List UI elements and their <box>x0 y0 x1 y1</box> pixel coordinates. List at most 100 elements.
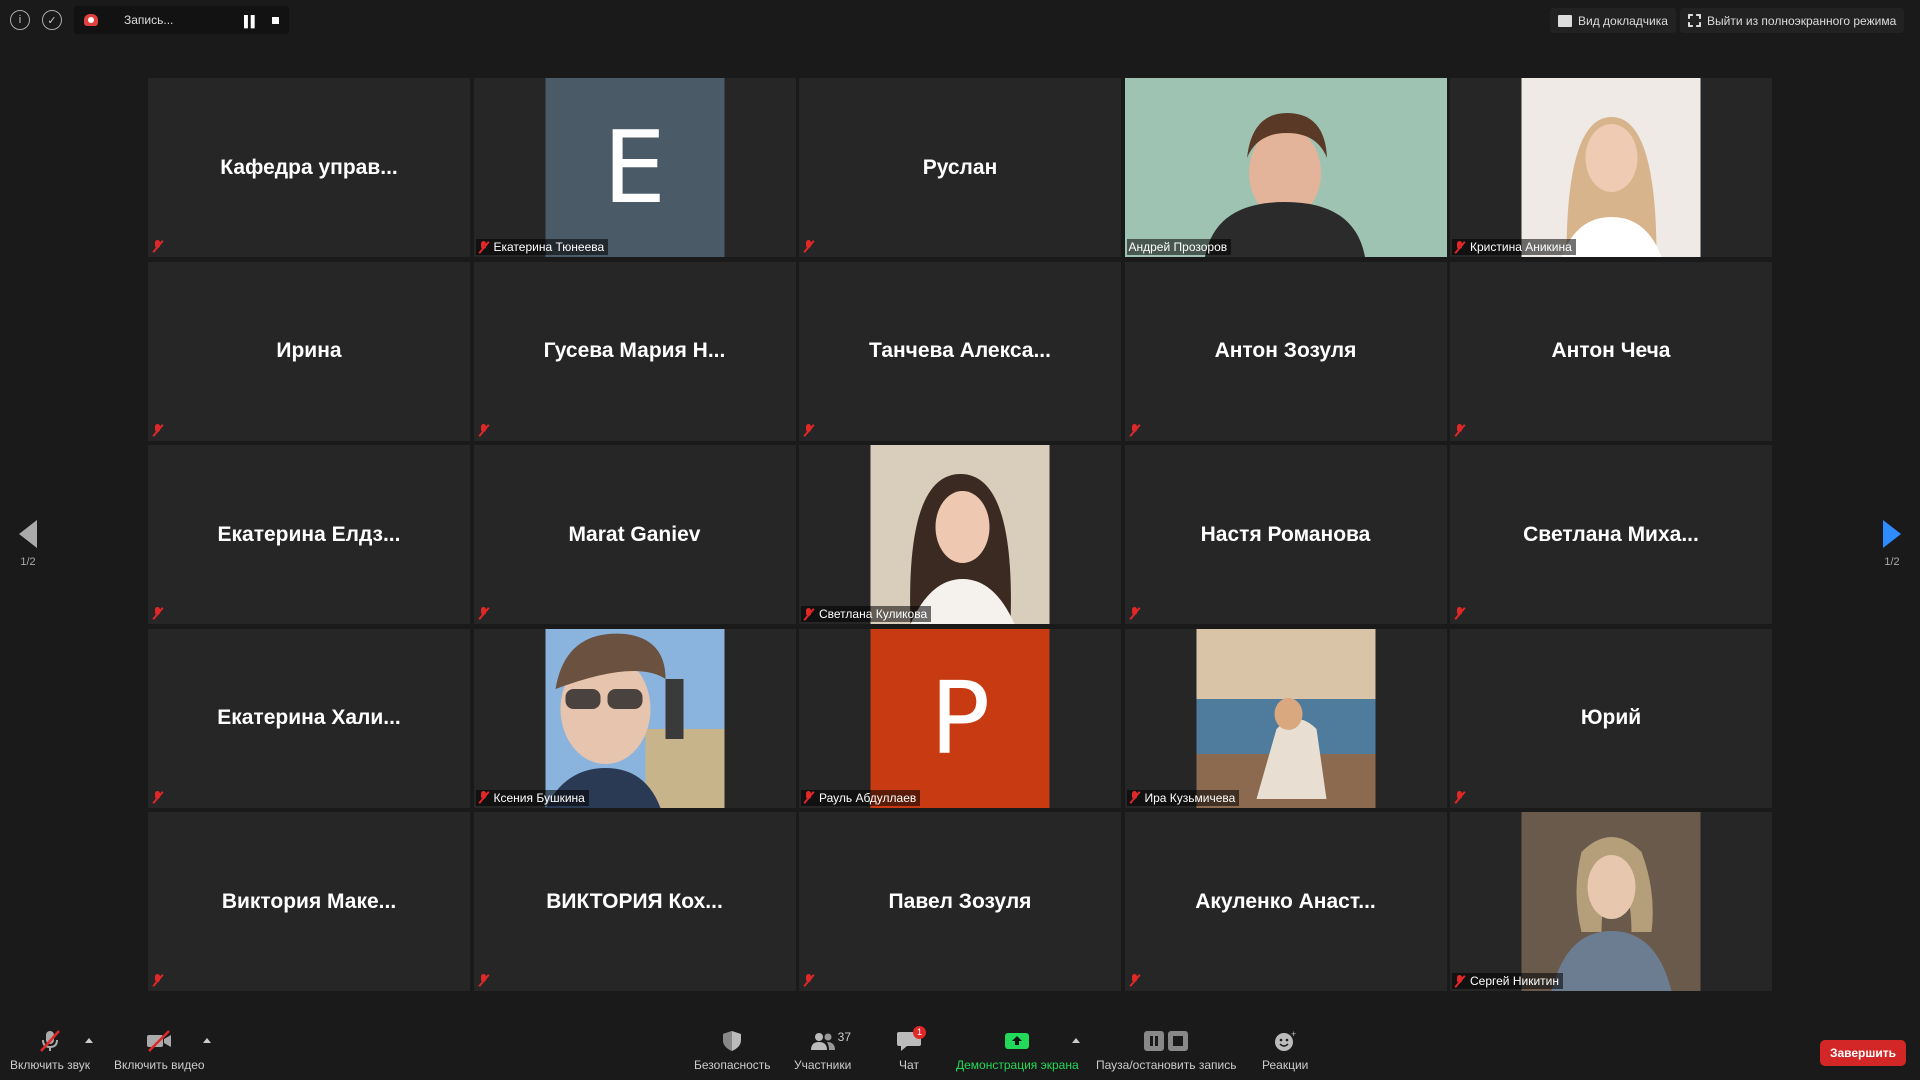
participant-display-name: ВИКТОРИЯ Кох... <box>546 889 723 913</box>
chat-label: Чат <box>899 1058 919 1072</box>
participant-tile[interactable]: Руслан <box>799 78 1121 257</box>
stop-recording-icon[interactable] <box>272 17 279 24</box>
participant-avatar: E <box>545 78 724 257</box>
participant-tile[interactable]: Танчева Алекса... <box>799 261 1121 441</box>
participants-button[interactable]: 37 Участники <box>794 1030 851 1072</box>
participant-name-tag: Светлана Куликова <box>801 606 932 622</box>
participant-display-name: Настя Романова <box>1200 522 1371 546</box>
pause-recording-icon[interactable]: ▌▌ <box>244 16 259 28</box>
participant-name-label: Екатерина Тюнеева <box>493 240 605 254</box>
next-page-button[interactable]: 1/2 <box>1872 520 1912 568</box>
participant-tile[interactable]: Marat Ganiev <box>473 445 796 624</box>
exit-fullscreen-icon <box>1688 14 1701 27</box>
participant-tile[interactable]: Акуленко Анаст... <box>1124 812 1447 991</box>
participant-tile[interactable]: Кристина Аникина <box>1450 78 1772 257</box>
participant-name-tag: Сергей Никитин <box>1452 973 1563 989</box>
participant-name-tag: Ира Кузьмичева <box>1126 789 1240 806</box>
participant-tile[interactable]: Сергей Никитин <box>1450 812 1772 991</box>
chat-bubble-icon: 1 <box>896 1026 926 1052</box>
reactions-button[interactable]: + Реакции <box>1262 1029 1309 1072</box>
participant-tile[interactable]: Настя Романова <box>1124 445 1447 624</box>
participant-display-name: Кафедра управ... <box>220 155 398 179</box>
reactions-label: Реакции <box>1262 1058 1309 1072</box>
prev-page-button[interactable]: 1/2 <box>8 520 48 568</box>
participant-tile[interactable]: ВИКТОРИЯ Кох... <box>473 812 796 991</box>
participant-tile[interactable]: Антон Зозуля <box>1124 261 1447 441</box>
participant-tile[interactable]: Виктория Маке... <box>148 812 470 991</box>
participant-display-name: Ирина <box>276 339 342 362</box>
participant-tile[interactable]: Кафедра управ... <box>148 78 470 257</box>
video-options-caret-icon[interactable] <box>203 1038 211 1043</box>
participant-name-tag: Андрей Прозоров <box>1126 239 1232 255</box>
participant-tile[interactable]: Екатерина Елдз... <box>148 445 470 624</box>
svg-text:+: + <box>1291 1030 1296 1039</box>
end-meeting-button[interactable]: Завершить <box>1820 1040 1906 1066</box>
participant-tile[interactable]: Светлана Миха... <box>1450 445 1772 624</box>
participant-tile[interactable]: Юрий <box>1450 628 1772 808</box>
participant-display-name: Руслан <box>922 155 998 179</box>
recording-label: Запись... <box>124 13 174 27</box>
recording-indicator: Запись... ▌▌ <box>74 6 289 34</box>
pause-stop-icon <box>1143 1030 1189 1052</box>
start-video-button[interactable]: Включить видео <box>114 1030 205 1072</box>
pause-stop-recording-button[interactable]: Пауза/остановить запись <box>1096 1030 1236 1072</box>
mic-muted-icon <box>478 974 490 987</box>
mic-muted-icon <box>478 791 490 804</box>
participant-name-tag: Ксения Бушкина <box>475 789 589 806</box>
participant-display-name: Антон Зозуля <box>1214 339 1357 362</box>
exit-fullscreen-label: Выйти из полноэкранного режима <box>1707 13 1897 28</box>
participant-tile[interactable]: Андрей Прозоров <box>1124 78 1447 257</box>
mic-muted-icon <box>152 974 164 987</box>
participant-tile[interactable]: Антон Чеча <box>1450 261 1772 441</box>
smiley-reaction-icon: + <box>1272 1029 1298 1052</box>
page-indicator-left: 1/2 <box>20 556 36 568</box>
share-screen-label: Демонстрация экрана <box>956 1058 1079 1072</box>
participant-tile[interactable]: Ира Кузьмичева <box>1124 628 1447 808</box>
participant-name-label: Сергей Никитин <box>1470 974 1559 988</box>
security-button[interactable]: Безопасность <box>694 1030 771 1072</box>
speaker-view-label: Вид докладчика <box>1578 13 1668 28</box>
mic-muted-icon <box>1454 240 1466 254</box>
mic-muted-icon <box>152 607 164 620</box>
share-options-caret-icon[interactable] <box>1072 1038 1080 1043</box>
participant-tile[interactable]: Ирина <box>148 261 470 441</box>
mic-muted-icon <box>1129 607 1141 620</box>
participant-display-name: Павел Зозуля <box>888 889 1032 913</box>
audio-options-caret-icon[interactable] <box>85 1038 93 1043</box>
participant-tile[interactable]: Ксения Бушкина <box>473 628 796 808</box>
participant-avatar: P <box>870 628 1050 808</box>
unmute-button[interactable]: Включить звук <box>10 1030 90 1072</box>
chat-button[interactable]: 1 Чат <box>896 1026 926 1072</box>
chevron-left-icon <box>19 520 37 548</box>
security-shield-icon <box>719 1030 745 1052</box>
mic-muted-icon <box>478 607 490 620</box>
cloud-recording-icon <box>84 14 98 26</box>
participant-tile[interactable]: Павел Зозуля <box>799 812 1121 991</box>
info-icon[interactable]: i <box>10 10 30 30</box>
participant-display-name: Юрий <box>1580 706 1642 729</box>
participants-icon: 37 <box>810 1030 851 1052</box>
mic-muted-icon <box>478 240 490 254</box>
pause-stop-recording-label: Пауза/остановить запись <box>1096 1058 1237 1072</box>
participant-tile[interactable]: Екатерина Хали... <box>148 628 470 808</box>
share-screen-button[interactable]: Демонстрация экрана <box>956 1030 1079 1072</box>
mic-muted-icon <box>1454 974 1466 988</box>
mic-muted-icon <box>803 791 815 804</box>
participant-tile[interactable]: Светлана Куликова <box>799 445 1121 624</box>
participant-tile[interactable]: E Екатерина Тюнеева <box>473 78 796 257</box>
participant-tile[interactable]: P Рауль Абдуллаев <box>799 628 1121 808</box>
participant-display-name: Акуленко Анаст... <box>1195 889 1376 913</box>
participant-name-tag: Екатерина Тюнеева <box>475 239 609 255</box>
security-shield-icon[interactable]: ✓ <box>42 10 62 30</box>
page-indicator-right: 1/2 <box>1884 556 1900 568</box>
participant-display-name: Екатерина Хали... <box>217 706 401 729</box>
participant-tile[interactable]: Гусева Мария Н... <box>473 261 796 441</box>
chevron-right-icon <box>1883 520 1901 548</box>
participant-display-name: Marat Ganiev <box>568 522 701 546</box>
participant-name-label: Кристина Аникина <box>1470 240 1572 254</box>
participants-label: Участники <box>794 1058 852 1072</box>
participant-name-label: Ксения Бушкина <box>493 790 585 805</box>
speaker-view-button[interactable]: Вид докладчика <box>1550 8 1676 33</box>
exit-fullscreen-button[interactable]: Выйти из полноэкранного режима <box>1680 8 1905 33</box>
video-off-icon <box>146 1030 172 1052</box>
